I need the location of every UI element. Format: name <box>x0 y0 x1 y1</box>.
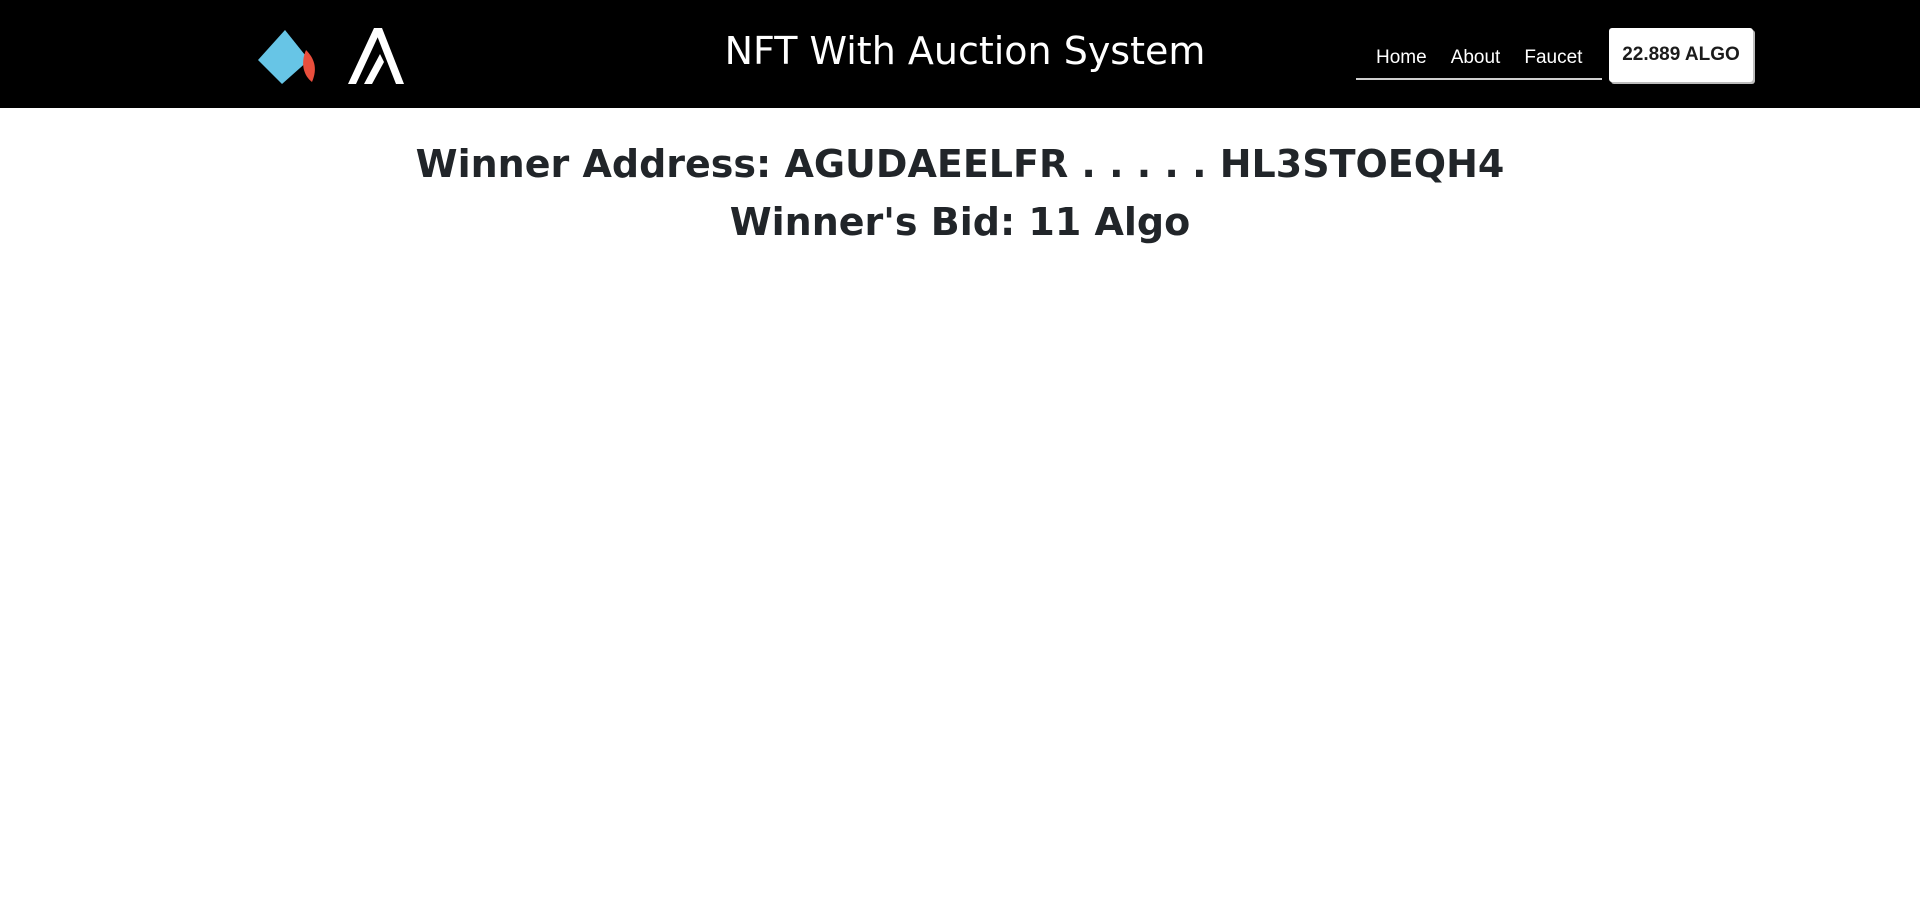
nav-faucet-link[interactable]: Faucet <box>1512 43 1594 73</box>
algorand-logo-icon <box>348 28 404 84</box>
nav-about-link[interactable]: About <box>1439 43 1513 73</box>
brand-logo[interactable] <box>256 24 406 86</box>
winner-bid: Winner's Bid: 11 Algo <box>729 200 1191 244</box>
nav-menu: Home About Faucet <box>1356 38 1603 80</box>
auction-result: Winner Address: AGUDAEELFR . . . . . HL3… <box>0 108 1920 251</box>
nav-home-link[interactable]: Home <box>1364 43 1439 73</box>
site-title: NFT With Auction System <box>724 29 1206 73</box>
winner-address: Winner Address: AGUDAEELFR . . . . . HL3… <box>415 142 1505 186</box>
auction-logo-icon <box>258 30 315 84</box>
wallet-balance-button[interactable]: 22.889 ALGO <box>1609 28 1753 82</box>
top-navbar: NFT With Auction System Home About Fauce… <box>0 0 1920 108</box>
